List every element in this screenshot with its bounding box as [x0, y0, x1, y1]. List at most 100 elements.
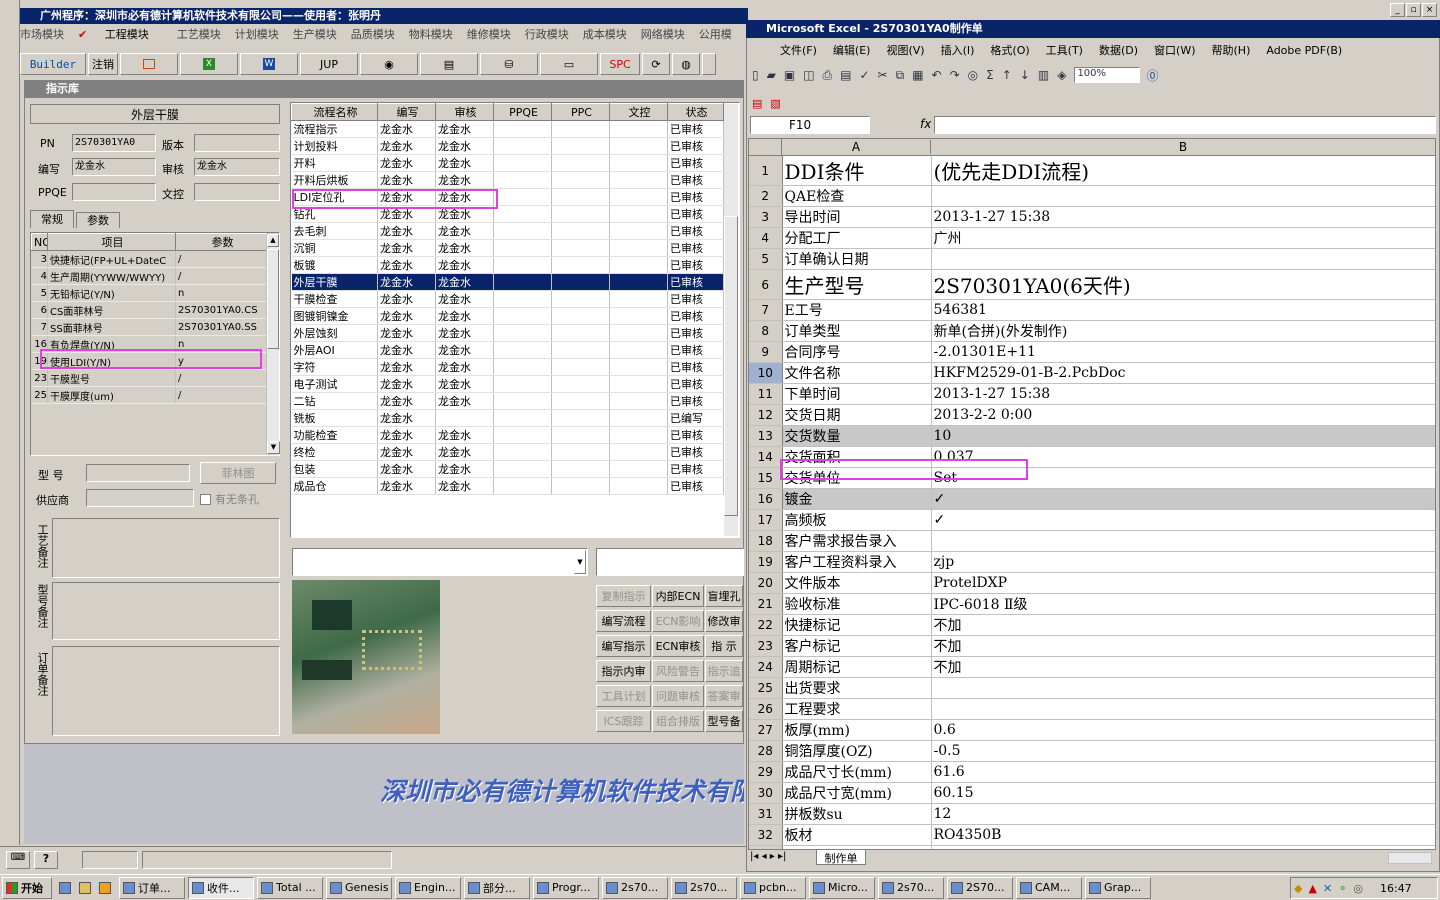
tab-params[interactable]: 参数	[76, 212, 120, 228]
xl-menu-help[interactable]: 帮助(H)	[1212, 42, 1251, 58]
taskbar-button[interactable]: Total ...	[257, 876, 323, 899]
xl-menu-data[interactable]: 数据(D)	[1099, 42, 1138, 58]
action-button[interactable]: 风险警告	[652, 660, 704, 682]
cell-b[interactable]: 不加	[931, 614, 1435, 636]
action-button[interactable]: 编写流程	[596, 610, 651, 632]
cut-icon[interactable]: ✂	[878, 68, 888, 82]
flow-combo-dropdown[interactable]: ▼	[574, 550, 586, 574]
menu-material[interactable]: 物料模块	[409, 26, 453, 42]
chart-icon[interactable]: ▥	[1038, 68, 1049, 82]
save-icon[interactable]: ▣	[784, 68, 795, 82]
flow-row[interactable]: 干膜检查 龙金水 龙金水 已审核	[291, 290, 724, 308]
action-button[interactable]: 指示内审	[596, 660, 651, 682]
xl-menu-window[interactable]: 窗口(W)	[1154, 42, 1195, 58]
row-header[interactable]: 13	[749, 425, 783, 447]
action-button[interactable]: ECN影响	[652, 610, 704, 632]
flow-header-status[interactable]: 状态	[667, 103, 724, 121]
right-combo[interactable]	[596, 548, 744, 576]
eye-icon[interactable]: ◉	[360, 53, 418, 75]
close-icon[interactable]: ×	[1422, 3, 1437, 17]
preview-icon[interactable]: ▤	[840, 68, 851, 82]
flow-header-ppc[interactable]: PPC	[551, 103, 610, 121]
flow-row[interactable]: 外层干膜 龙金水 龙金水 已审核	[291, 273, 724, 291]
taskbar-button[interactable]: Genesis	[326, 876, 392, 899]
cell-a[interactable]: 验收标准	[782, 593, 932, 615]
taskbar-button[interactable]: 订单...	[119, 876, 185, 899]
flow-header-name[interactable]: 流程名称	[291, 103, 378, 121]
row-header[interactable]: 22	[749, 614, 783, 636]
print-icon[interactable]: ⎙	[823, 68, 833, 83]
action-button[interactable]: 问题审核	[652, 685, 704, 707]
tray-icon-3[interactable]: ✕	[1323, 882, 1332, 895]
sort-asc-icon[interactable]: ↑	[1002, 68, 1012, 82]
flow-scrollbar[interactable]	[724, 104, 738, 536]
cell-b[interactable]	[931, 530, 1435, 552]
flow-row[interactable]: 成品仓 龙金水 龙金水 已审核	[291, 477, 724, 495]
jup-button[interactable]: JUP	[300, 53, 358, 75]
params-row[interactable]: 3 快捷标记(FP+UL+DateC /	[31, 250, 268, 268]
logout-button[interactable]: 注销	[88, 53, 118, 75]
xl-menu-file[interactable]: 文件(F)	[780, 42, 817, 58]
flow-row[interactable]: 外层AOI 龙金水 龙金水 已审核	[291, 341, 724, 359]
scroll-thumb[interactable]	[267, 249, 279, 349]
sort-desc-icon[interactable]: ↓	[1020, 68, 1030, 82]
row-header[interactable]: 12	[749, 404, 783, 426]
help-icon[interactable]: ⓪	[1146, 67, 1158, 84]
flow-header-doc[interactable]: 文控	[609, 103, 668, 121]
row-header[interactable]: 29	[749, 761, 783, 783]
tray-icon-1[interactable]: ◆	[1294, 882, 1302, 895]
flow-row[interactable]: 流程指示 龙金水 龙金水 已审核	[291, 120, 724, 138]
row-header[interactable]: 19	[749, 551, 783, 573]
cell-b[interactable]: 2013-1-27 15:38	[931, 383, 1435, 405]
cell-b[interactable]: -0.5	[931, 740, 1435, 762]
cell-b[interactable]: (优先走DDI流程)	[931, 156, 1435, 186]
cell-b[interactable]: 2S70301YA0(6天件)	[931, 269, 1435, 300]
cell-b[interactable]: 0.037	[931, 446, 1435, 468]
review-field[interactable]: 龙金水	[194, 158, 280, 176]
taskbar-button[interactable]: CAM...	[1016, 876, 1082, 899]
refresh-icon[interactable]: ⟳	[642, 53, 670, 75]
cell-a[interactable]: 文件版本	[782, 572, 932, 594]
cell-b[interactable]: 新单(合拼)(外发制作)	[931, 320, 1435, 342]
start-button[interactable]: 开始	[2, 876, 52, 899]
tray-icon-2[interactable]: ▲	[1308, 882, 1316, 895]
params-row[interactable]: 4 生产周期(YYWW/WWYY) /	[31, 267, 268, 285]
action-button[interactable]: 修改审	[705, 610, 743, 632]
xl-menu-edit[interactable]: 编辑(E)	[833, 42, 871, 58]
undo-icon[interactable]: ↶	[932, 68, 942, 82]
row-header[interactable]: 11	[749, 383, 783, 405]
row-header[interactable]: 17	[749, 509, 783, 531]
cell-a[interactable]: 板材	[782, 824, 932, 846]
taskbar-button[interactable]: Grap...	[1085, 876, 1151, 899]
row-header[interactable]: 21	[749, 593, 783, 615]
menu-public[interactable]: 公用模	[699, 26, 732, 42]
copy-icon[interactable]: ⧉	[896, 68, 905, 83]
pdf-email-icon[interactable]: ▧	[770, 97, 780, 110]
cell-a[interactable]: QAE检查	[782, 185, 932, 207]
redo-icon[interactable]: ↷	[950, 68, 960, 82]
permission-icon[interactable]: ◫	[803, 68, 814, 82]
process-note-field[interactable]	[52, 518, 280, 578]
supplier-field[interactable]	[86, 489, 194, 507]
quicklaunch-app-icon[interactable]	[99, 881, 111, 894]
row-header[interactable]: 31	[749, 803, 783, 825]
model-note-field[interactable]	[52, 582, 280, 640]
row-header[interactable]: 10	[749, 362, 783, 384]
flow-row[interactable]: 图镀铜镍金 龙金水 龙金水 已审核	[291, 307, 724, 325]
cell-b[interactable]: IPC-6018 Ⅱ级	[931, 593, 1435, 615]
flow-row[interactable]: 开料 龙金水 龙金水 已审核	[291, 154, 724, 172]
flow-header-ppqe[interactable]: PPQE	[493, 103, 552, 121]
action-button[interactable]: 答案审	[705, 685, 743, 707]
taskbar-button[interactable]: 部分...	[464, 876, 530, 899]
cell-b[interactable]: zjp	[931, 551, 1435, 573]
cell-b[interactable]	[931, 677, 1435, 699]
params-scrollbar[interactable]: ▲ ▼	[266, 234, 280, 454]
cell-a[interactable]: 交货面积	[782, 446, 932, 468]
cell-b[interactable]	[931, 248, 1435, 270]
row-header[interactable]: 8	[749, 320, 783, 342]
taskbar-button[interactable]: 2s70...	[671, 876, 737, 899]
flow-scroll-thumb[interactable]	[724, 216, 738, 516]
ppqe-field[interactable]	[72, 183, 156, 201]
scroll-down-button[interactable]: ▼	[267, 441, 280, 454]
cell-b[interactable]	[931, 185, 1435, 207]
